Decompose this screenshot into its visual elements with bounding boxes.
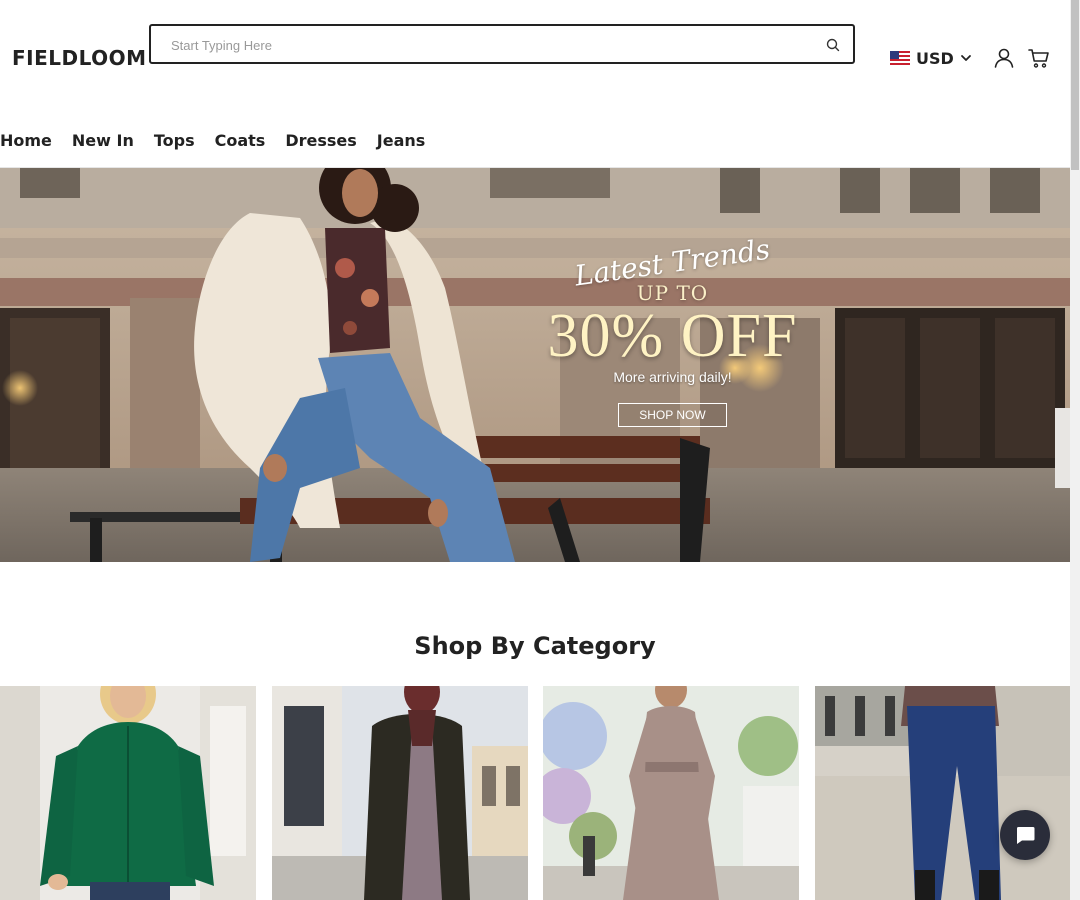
chat-bubble-icon [1017, 827, 1035, 844]
hero-photo [0, 168, 1070, 562]
scrollbar-thumb[interactable] [1071, 0, 1079, 170]
brand-logo[interactable]: FIELDLOOM [12, 46, 147, 70]
dress-photo [543, 686, 799, 900]
currency-selector[interactable]: USD [890, 47, 972, 69]
section-title: Shop By Category [414, 632, 656, 660]
coat-photo [272, 686, 528, 900]
currency-label: USD [916, 48, 954, 68]
nav-item-tops[interactable]: Tops [154, 130, 195, 154]
hero-discount: 30% OFF [547, 302, 798, 370]
search-bar[interactable] [149, 24, 855, 64]
nav-item-coats[interactable]: Coats [215, 130, 266, 154]
hero-promo-text: Latest Trends UP TO 30% OFF More arrivin… [540, 232, 805, 427]
page-scrollbar[interactable] [1070, 0, 1080, 900]
hero-subtitle: More arriving daily! [613, 369, 732, 385]
nav-item-new-in[interactable]: New In [72, 130, 134, 154]
user-account-icon[interactable] [992, 46, 1016, 70]
hero-banner[interactable]: Latest Trends UP TO 30% OFF More arrivin… [0, 168, 1070, 562]
jeans-photo [815, 686, 1070, 900]
search-input[interactable] [171, 34, 791, 56]
chat-button[interactable] [1000, 810, 1050, 860]
nav-item-dresses[interactable]: Dresses [285, 130, 356, 154]
category-card-jeans[interactable] [815, 686, 1070, 900]
category-card-cardigan[interactable] [0, 686, 256, 900]
category-card-dress[interactable] [543, 686, 799, 900]
nav-item-jeans[interactable]: Jeans [377, 130, 426, 154]
category-card-coat[interactable] [272, 686, 528, 900]
us-flag-icon [890, 51, 910, 65]
nav-item-home[interactable]: Home [0, 130, 52, 154]
category-grid [0, 686, 1070, 900]
cardigan-photo [0, 686, 256, 900]
page: FIELDLOOM USD Home New In [0, 0, 1070, 900]
chevron-down-icon [960, 55, 971, 61]
main-nav: Home New In Tops Coats Dresses Jeans [0, 130, 425, 154]
shopping-cart-icon[interactable] [1027, 46, 1051, 70]
search-icon[interactable] [825, 37, 841, 53]
shop-now-button[interactable]: SHOP NOW [618, 403, 727, 427]
